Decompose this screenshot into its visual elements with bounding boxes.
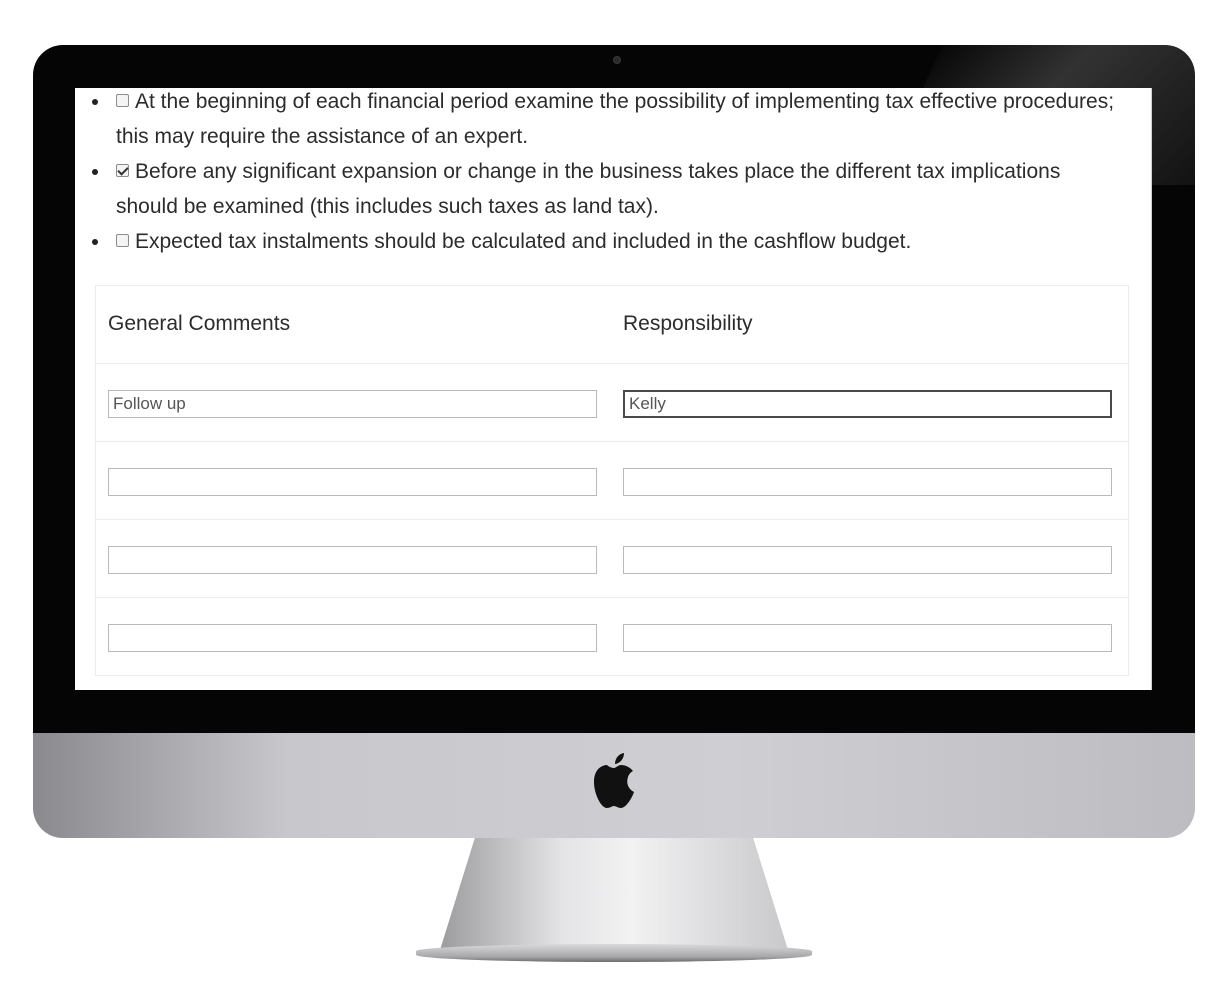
responsibility-input[interactable] <box>623 624 1112 652</box>
checklist-item: Expected tax instalments should be calcu… <box>75 224 1135 259</box>
responsibility-input[interactable] <box>623 546 1112 574</box>
comment-input[interactable] <box>108 390 597 418</box>
table-row <box>96 364 1128 442</box>
checklist-checkbox-checked[interactable] <box>116 164 129 177</box>
bullet <box>92 99 98 105</box>
monitor-stand-base <box>416 944 812 962</box>
tax-checklist: At the beginning of each financial perio… <box>75 88 1135 259</box>
camera-icon <box>613 56 621 64</box>
responsibility-input[interactable] <box>623 390 1112 418</box>
screen: At the beginning of each financial perio… <box>75 88 1152 690</box>
responsibility-input[interactable] <box>623 468 1112 496</box>
table-row <box>96 520 1128 598</box>
checklist-item: Before any significant expansion or chan… <box>75 154 1135 224</box>
comment-input[interactable] <box>108 624 597 652</box>
scroll-edge <box>1151 88 1152 690</box>
bullet <box>92 169 98 175</box>
checklist-item-text: Before any significant expansion or chan… <box>116 160 1061 218</box>
checklist-checkbox[interactable] <box>116 94 129 107</box>
table-row <box>96 598 1128 676</box>
comments-table: General Comments Responsibility <box>95 285 1129 676</box>
table-header: General Comments Responsibility <box>96 286 1128 364</box>
bullet <box>92 239 98 245</box>
table-row <box>96 442 1128 520</box>
apple-logo-icon <box>594 753 634 808</box>
checklist-item-text: At the beginning of each financial perio… <box>116 90 1115 148</box>
comment-input[interactable] <box>108 468 597 496</box>
checklist-item: At the beginning of each financial perio… <box>75 88 1135 154</box>
general-comments-header: General Comments <box>108 312 291 335</box>
monitor-stand <box>440 838 788 950</box>
comment-input[interactable] <box>108 546 597 574</box>
checklist-checkbox[interactable] <box>116 234 129 247</box>
checklist-item-text: Expected tax instalments should be calcu… <box>135 230 912 253</box>
responsibility-header: Responsibility <box>623 312 753 335</box>
